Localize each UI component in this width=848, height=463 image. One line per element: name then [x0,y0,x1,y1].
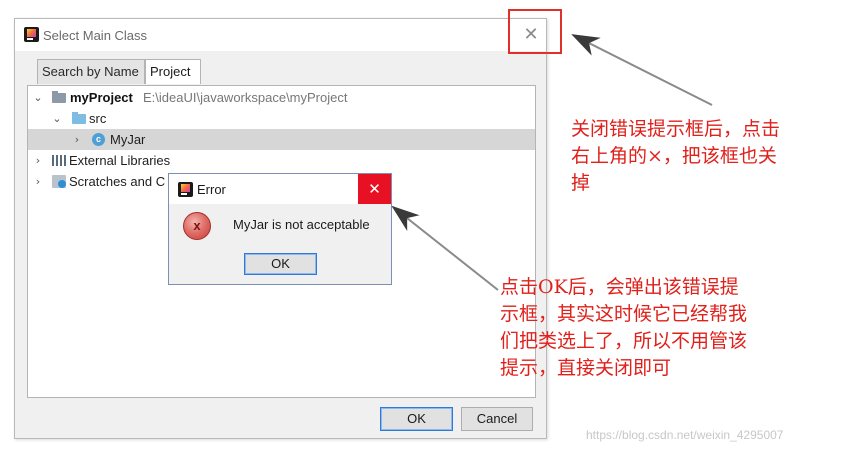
annotation-line: 提示，直接关闭即可 [500,357,672,379]
annotation-line: 右上角的×，把该框也关 [571,145,777,167]
arrow-to-close-button [571,34,713,106]
annotation-line: 示框，其实这时候它已经帮我 [500,303,748,325]
arrow-to-error-dialog [391,205,499,291]
annotation-line: 关闭错误提示框后，点击 [571,118,781,140]
annotation-line: 掉 [571,172,591,194]
annotation-close-instruction: 关闭错误提示框后，点击 右上角的×，把该框也关 掉 [571,116,780,197]
annotation-line: 们把类选上了，所以不用管该 [500,330,748,352]
annotation-arrows [391,34,713,291]
annotation-line: 点击OK后，会弹出该错误提 [500,276,739,298]
annotation-error-explanation: 点击OK后，会弹出该错误提 示框，其实这时候它已经帮我 们把类选上了，所以不用管… [500,274,747,382]
watermark: https://blog.csdn.net/weixin_4295007 [586,428,784,442]
